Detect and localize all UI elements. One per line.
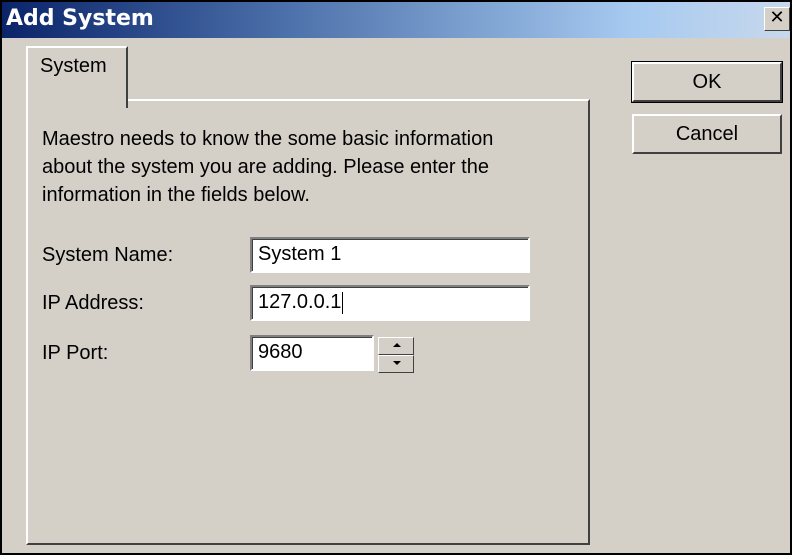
close-button[interactable]: ✕: [764, 7, 790, 31]
window-title: Add System: [6, 6, 154, 31]
instructions-line-3: information in the fields below.: [42, 184, 310, 206]
instructions-text: Maestro needs to know the some basic inf…: [42, 125, 582, 209]
spin-down-button[interactable]: [378, 355, 414, 373]
title-bar[interactable]: Add System ✕: [2, 2, 790, 38]
tab-panel-system: Maestro needs to know the some basic inf…: [26, 99, 590, 545]
ip-port-label: IP Port:: [42, 342, 109, 364]
ip-address-field[interactable]: 127.0.0.1: [250, 285, 530, 321]
ip-port-field[interactable]: 9680: [250, 335, 374, 371]
instructions-line-1: Maestro needs to know the some basic inf…: [42, 128, 494, 150]
system-name-label: System Name:: [42, 244, 174, 266]
arrow-down-icon: [393, 361, 401, 365]
cancel-button[interactable]: Cancel: [632, 114, 782, 154]
ok-button[interactable]: OK: [631, 61, 783, 103]
ip-port-spinner: [378, 337, 414, 373]
ip-address-value: 127.0.0.1: [258, 291, 342, 313]
arrow-up-icon: [393, 343, 401, 347]
text-caret: [342, 291, 344, 314]
system-name-field[interactable]: System 1: [250, 237, 530, 273]
system-name-value: System 1: [258, 243, 342, 265]
tab-system[interactable]: System: [26, 46, 128, 108]
tab-system-label: System: [40, 55, 107, 77]
ip-port-value: 9680: [258, 341, 303, 363]
ip-address-label: IP Address:: [42, 292, 144, 314]
close-icon: ✕: [769, 7, 785, 28]
instructions-line-2: about the system you are adding. Please …: [42, 156, 489, 178]
add-system-dialog: Add System ✕ System Maestro needs to kno…: [0, 0, 792, 555]
spin-up-button[interactable]: [378, 337, 414, 355]
